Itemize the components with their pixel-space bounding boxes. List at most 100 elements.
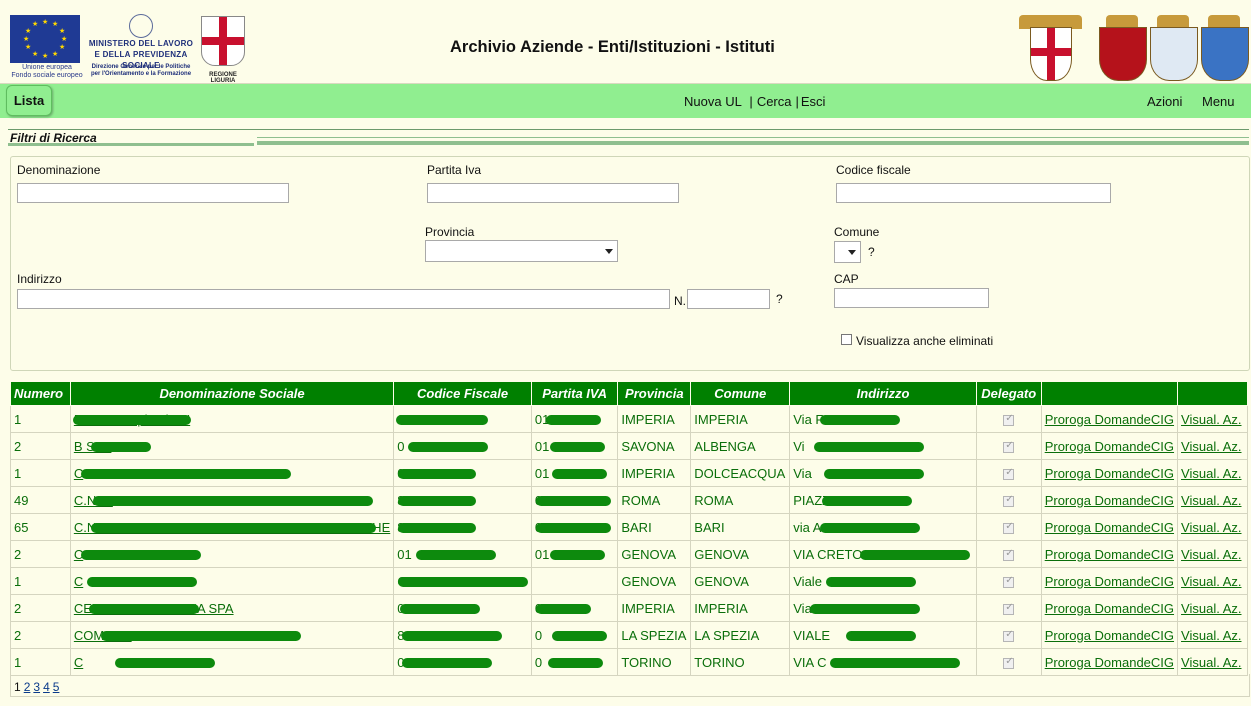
table-row: 1 C01201 IMPERIA DOLCEACQUA Via Proroga Doman… bbox=[10, 459, 1248, 487]
proroga-domande-cig-link[interactable]: Proroga DomandeCIG bbox=[1045, 412, 1174, 427]
col-codice-fiscale[interactable]: Codice Fiscale bbox=[393, 381, 532, 406]
tab-lista[interactable]: Lista bbox=[6, 85, 52, 116]
liguria-cross-shield-icon bbox=[201, 16, 245, 66]
comune-select[interactable] bbox=[834, 241, 861, 263]
delegato-checkbox bbox=[1003, 656, 1015, 669]
partita-iva-input[interactable] bbox=[427, 183, 679, 203]
visual-azienda-link[interactable]: Visual. Az. bbox=[1181, 628, 1241, 643]
denominazione-link[interactable]: C bbox=[74, 655, 83, 670]
col-delegato[interactable]: Delegato bbox=[975, 381, 1042, 406]
redaction-mark bbox=[396, 415, 489, 425]
comune-cell: IMPERIA bbox=[694, 600, 748, 616]
visual-azienda-link[interactable]: Visual. Az. bbox=[1181, 574, 1241, 589]
col-provincia[interactable]: Provincia bbox=[617, 381, 692, 406]
visual-azienda-link[interactable]: Visual. Az. bbox=[1181, 520, 1241, 535]
numero-cell: 1 bbox=[14, 654, 22, 670]
redaction-mark bbox=[402, 658, 493, 668]
codice-fiscale-cell: 01 bbox=[397, 546, 412, 562]
proroga-domande-cig-link[interactable]: Proroga DomandeCIG bbox=[1045, 655, 1174, 670]
partita-iva-cell bbox=[530, 567, 619, 595]
redaction-mark bbox=[100, 631, 301, 641]
proroga-domande-cig-link[interactable]: Proroga DomandeCIG bbox=[1045, 466, 1174, 481]
delegato-checkbox bbox=[1003, 521, 1015, 534]
cap-input[interactable] bbox=[834, 288, 989, 308]
col-denominazione[interactable]: Denominazione Sociale bbox=[69, 381, 395, 406]
azioni-menu[interactable]: Azioni bbox=[1147, 94, 1182, 109]
visual-azienda-link[interactable]: Visual. Az. bbox=[1181, 439, 1241, 454]
page-link-4[interactable]: 4 bbox=[43, 680, 50, 694]
codice-fiscale-cell: 0 bbox=[397, 438, 405, 454]
indirizzo-cell: VIA CRETO bbox=[789, 540, 977, 568]
col-numero[interactable]: Numero bbox=[10, 381, 71, 406]
comune-cell: GENOVA bbox=[690, 540, 791, 568]
partita-iva-cell: 01 bbox=[530, 540, 619, 568]
redaction-mark bbox=[86, 577, 197, 587]
denominazione-cell: B SRL bbox=[69, 432, 395, 460]
redaction-mark bbox=[535, 496, 611, 506]
redaction-mark bbox=[398, 469, 477, 479]
col-indirizzo[interactable]: Indirizzo bbox=[789, 381, 977, 406]
proroga-domande-cig-link[interactable]: Proroga DomandeCIG bbox=[1045, 601, 1174, 616]
proroga-domande-cig-link[interactable]: Proroga DomandeCIG bbox=[1045, 520, 1174, 535]
partita-iva-cell: 01 bbox=[530, 405, 619, 433]
proroga-domande-cig-link[interactable]: Proroga DomandeCIG bbox=[1045, 628, 1174, 643]
redaction-mark bbox=[814, 442, 925, 452]
savona-crest-icon bbox=[1150, 15, 1198, 81]
visual-azienda-link[interactable]: Visual. Az. bbox=[1181, 466, 1241, 481]
proroga-domande-cig-link[interactable]: Proroga DomandeCIG bbox=[1045, 547, 1174, 562]
delegato-cell bbox=[975, 486, 1042, 514]
delegato-checkbox bbox=[1003, 467, 1015, 480]
delegato-cell bbox=[975, 540, 1042, 568]
page-link-2[interactable]: 2 bbox=[24, 680, 31, 694]
delegato-cell bbox=[975, 513, 1042, 541]
redaction-mark bbox=[398, 496, 477, 506]
proroga-domande-cig-link[interactable]: Proroga DomandeCIG bbox=[1045, 439, 1174, 454]
comune-cell: GENOVA bbox=[690, 567, 791, 595]
visual-azienda-link[interactable]: Visual. Az. bbox=[1181, 493, 1241, 508]
visual-azienda-link[interactable]: Visual. Az. bbox=[1181, 412, 1241, 427]
proroga-domande-cig-link[interactable]: Proroga DomandeCIG bbox=[1045, 574, 1174, 589]
page-link-3[interactable]: 3 bbox=[33, 680, 40, 694]
provincia-cell: IMPERIA bbox=[617, 459, 692, 487]
numero-cell: 2 bbox=[10, 432, 71, 460]
numero-cell: 1 bbox=[10, 648, 71, 676]
redaction-mark bbox=[416, 550, 497, 560]
numero-cell: 2 bbox=[10, 540, 71, 568]
numero-civico-input[interactable] bbox=[687, 289, 770, 309]
denominazione-link[interactable]: C bbox=[74, 574, 83, 589]
nuova-ul-link[interactable]: Nuova UL bbox=[684, 94, 742, 109]
delegato-cell bbox=[975, 459, 1042, 487]
comune-cell: IMPERIA bbox=[690, 405, 791, 433]
visual-azienda-link[interactable]: Visual. Az. bbox=[1181, 547, 1241, 562]
cap-label: CAP bbox=[834, 272, 859, 286]
proroga-domande-cig-link[interactable]: Proroga DomandeCIG bbox=[1045, 493, 1174, 508]
visual-azienda-link[interactable]: Visual. Az. bbox=[1181, 655, 1241, 670]
indirizzo-label: Indirizzo bbox=[17, 272, 62, 286]
indirizzo-input[interactable] bbox=[17, 289, 670, 309]
page-link-1[interactable]: 1 bbox=[14, 680, 21, 694]
col-comune[interactable]: Comune bbox=[690, 381, 791, 406]
codice-fiscale-input[interactable] bbox=[836, 183, 1111, 203]
page-link-5[interactable]: 5 bbox=[53, 680, 60, 694]
provincia-cell: GENOVA bbox=[621, 573, 677, 589]
redaction-mark bbox=[860, 550, 971, 560]
comune-cell: ALBENGA bbox=[694, 438, 756, 454]
col-partita-iva[interactable]: Partita IVA bbox=[530, 381, 619, 406]
show-deleted-checkbox[interactable] bbox=[841, 334, 852, 345]
visual-azienda-link[interactable]: Visual. Az. bbox=[1181, 601, 1241, 616]
action-cell: Proroga DomandeCIG bbox=[1040, 459, 1179, 487]
main-menu[interactable]: Menu bbox=[1202, 94, 1235, 109]
comune-help-icon[interactable]: ? bbox=[868, 245, 875, 259]
provincia-select[interactable] bbox=[425, 240, 618, 262]
esci-link[interactable]: Esci bbox=[801, 94, 826, 109]
page-title: Archivio Aziende - Enti/Istituzioni - Is… bbox=[450, 38, 775, 56]
numero-cell: 2 bbox=[10, 621, 71, 649]
cerca-link[interactable]: Cerca bbox=[757, 94, 792, 109]
denominazione-cell: C bbox=[69, 648, 395, 676]
show-deleted-label: Visualizza anche eliminati bbox=[856, 334, 994, 348]
partita-iva-cell: 0 bbox=[530, 648, 619, 676]
denominazione-input[interactable] bbox=[17, 183, 289, 203]
codice-fiscale-cell: 012 bbox=[393, 459, 532, 487]
filters-title: Filtri di Ricerca bbox=[10, 131, 97, 145]
indirizzo-help-icon[interactable]: ? bbox=[776, 292, 783, 306]
